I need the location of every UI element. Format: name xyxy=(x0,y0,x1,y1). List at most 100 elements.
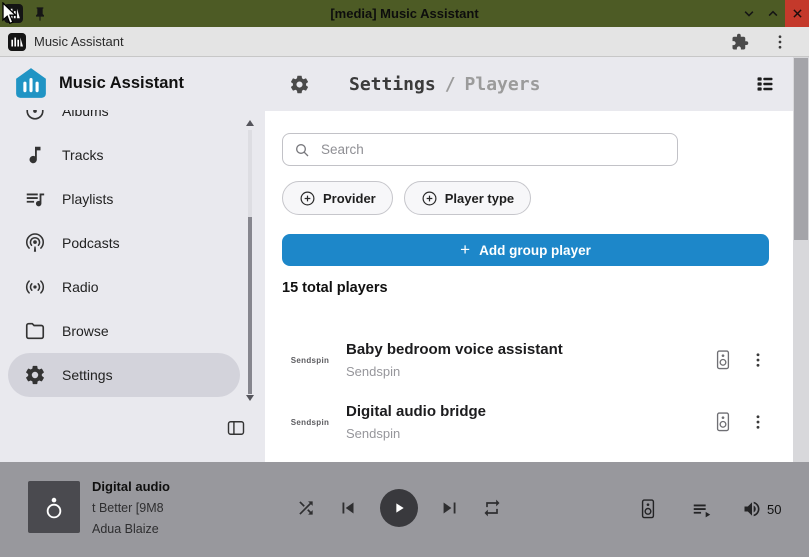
browser-toolbar: Music Assistant xyxy=(0,27,809,57)
volume-icon xyxy=(742,499,762,519)
filter-chip-label: Provider xyxy=(323,191,376,206)
players-page: Provider Player type + Add group player … xyxy=(265,111,793,462)
next-button[interactable] xyxy=(439,497,461,519)
play-button[interactable] xyxy=(380,489,418,527)
shuffle-button[interactable] xyxy=(296,498,316,518)
close-button[interactable] xyxy=(785,0,809,27)
window-titlebar: [media] Music Assistant xyxy=(0,0,809,27)
speaker-icon xyxy=(713,349,733,371)
music-assistant-logo xyxy=(14,66,48,100)
sidebar-item-tracks[interactable]: Tracks xyxy=(8,133,240,177)
player-brand-logo: Sendspin xyxy=(282,356,338,365)
sidebar-item-settings[interactable]: Settings xyxy=(8,353,240,397)
player-brand-logo: Sendspin xyxy=(282,418,338,427)
pin-icon[interactable] xyxy=(32,6,48,22)
music-assistant-window: [media] Music Assistant Music Assistant xyxy=(0,0,809,557)
volume-control[interactable]: 50 xyxy=(742,499,781,519)
volume-level: 50 xyxy=(767,502,781,517)
playlist-icon xyxy=(24,188,46,210)
titlebar-buttons xyxy=(737,0,809,27)
queue-button[interactable] xyxy=(691,499,713,519)
sidebar-item-label: Playlists xyxy=(62,191,113,207)
toolbar-actions xyxy=(731,33,801,51)
now-playing-line2: t Better [9M8 xyxy=(92,501,287,515)
player-row[interactable]: Sendspin Baby bedroom voice assistant Se… xyxy=(282,329,793,391)
speaker-art-icon xyxy=(39,492,69,522)
gear-icon xyxy=(24,364,46,386)
sidebar-item-label: Tracks xyxy=(62,147,103,163)
now-playing-line3: Adua Blaize xyxy=(92,522,287,536)
player-list: Sendspin Baby bedroom voice assistant Se… xyxy=(282,329,793,453)
now-playing-bar: Digital audio t Better [9M8 Adua Blaize xyxy=(0,462,809,557)
filter-player-type-chip[interactable]: Player type xyxy=(404,181,531,215)
sidebar-scroll-up-arrow[interactable] xyxy=(246,120,254,126)
sidebar-item-browse[interactable]: Browse xyxy=(8,309,240,353)
player-row[interactable]: Sendspin Digital audio bridge Sendspin xyxy=(282,391,793,453)
mouse-cursor xyxy=(1,2,18,27)
sidebar-item-albums[interactable]: Albums xyxy=(8,110,240,133)
settings-gear-icon xyxy=(289,74,310,95)
toolbar-app-name: Music Assistant xyxy=(34,34,124,49)
sidebar-item-label: Browse xyxy=(62,323,109,339)
player-name: Digital audio bridge xyxy=(346,403,713,420)
search-input[interactable] xyxy=(319,141,666,158)
output-speaker-button[interactable] xyxy=(638,498,658,520)
app-area: Music Assistant Albums Tracks xyxy=(0,57,809,462)
folder-icon xyxy=(24,320,46,342)
page-scrollbar-thumb[interactable] xyxy=(794,58,808,240)
search-box[interactable] xyxy=(282,133,678,166)
sidebar: Music Assistant Albums Tracks xyxy=(0,57,265,462)
content-header: Settings / Players xyxy=(265,57,793,111)
player-menu-button[interactable] xyxy=(749,413,767,431)
playback-controls xyxy=(296,489,502,527)
add-group-player-button[interactable]: + Add group player xyxy=(282,234,769,266)
breadcrumb: Settings / Players xyxy=(349,74,540,95)
shade-button[interactable] xyxy=(737,0,761,27)
filter-provider-chip[interactable]: Provider xyxy=(282,181,393,215)
sidebar-item-label: Podcasts xyxy=(62,235,120,251)
now-playing-art[interactable] xyxy=(28,481,80,533)
album-icon xyxy=(24,110,46,122)
previous-button[interactable] xyxy=(337,497,359,519)
sidebar-item-podcasts[interactable]: Podcasts xyxy=(8,221,240,265)
player-name: Baby bedroom voice assistant xyxy=(346,341,713,358)
play-icon xyxy=(391,500,407,516)
sidebar-item-label: Radio xyxy=(62,279,99,295)
repeat-button[interactable] xyxy=(482,498,502,518)
speaker-icon xyxy=(713,411,733,433)
sidebar-app-title: Music Assistant xyxy=(59,74,184,93)
list-view-icon[interactable] xyxy=(755,74,775,94)
total-players-label: 15 total players xyxy=(282,280,793,297)
now-playing-title: Digital audio xyxy=(92,479,287,494)
extension-icon[interactable] xyxy=(731,33,749,51)
podcast-icon xyxy=(24,232,46,254)
sidebar-item-label: Albums xyxy=(62,110,109,119)
filter-chip-label: Player type xyxy=(445,191,514,206)
kebab-menu-icon[interactable] xyxy=(771,33,789,51)
app-favicon xyxy=(8,33,26,51)
player-menu-button[interactable] xyxy=(749,351,767,369)
now-playing-info: Digital audio t Better [9M8 Adua Blaize xyxy=(92,479,287,536)
sidebar-collapse-icon[interactable] xyxy=(226,418,246,438)
plus-icon: + xyxy=(460,241,470,258)
filter-chips: Provider Player type xyxy=(282,181,793,215)
radio-broadcast-icon xyxy=(24,276,46,298)
plus-circle-icon xyxy=(299,190,316,207)
sidebar-scroll-down-arrow[interactable] xyxy=(246,395,254,401)
player-provider: Sendspin xyxy=(346,426,713,441)
breadcrumb-players: Players xyxy=(465,74,541,95)
music-note-icon xyxy=(24,144,46,166)
breadcrumb-settings[interactable]: Settings xyxy=(349,74,436,95)
sidebar-item-radio[interactable]: Radio xyxy=(8,265,240,309)
add-group-player-label: Add group player xyxy=(479,243,591,258)
plus-circle-icon xyxy=(421,190,438,207)
content-area: Settings / Players xyxy=(265,57,793,462)
sidebar-header: Music Assistant xyxy=(14,66,184,100)
breadcrumb-separator: / xyxy=(445,74,456,95)
sidebar-scrollbar-thumb[interactable] xyxy=(248,217,252,394)
player-info: Digital audio bridge Sendspin xyxy=(346,403,713,441)
player-provider: Sendspin xyxy=(346,364,713,379)
player-info: Baby bedroom voice assistant Sendspin xyxy=(346,341,713,379)
maximize-button[interactable] xyxy=(761,0,785,27)
sidebar-item-playlists[interactable]: Playlists xyxy=(8,177,240,221)
